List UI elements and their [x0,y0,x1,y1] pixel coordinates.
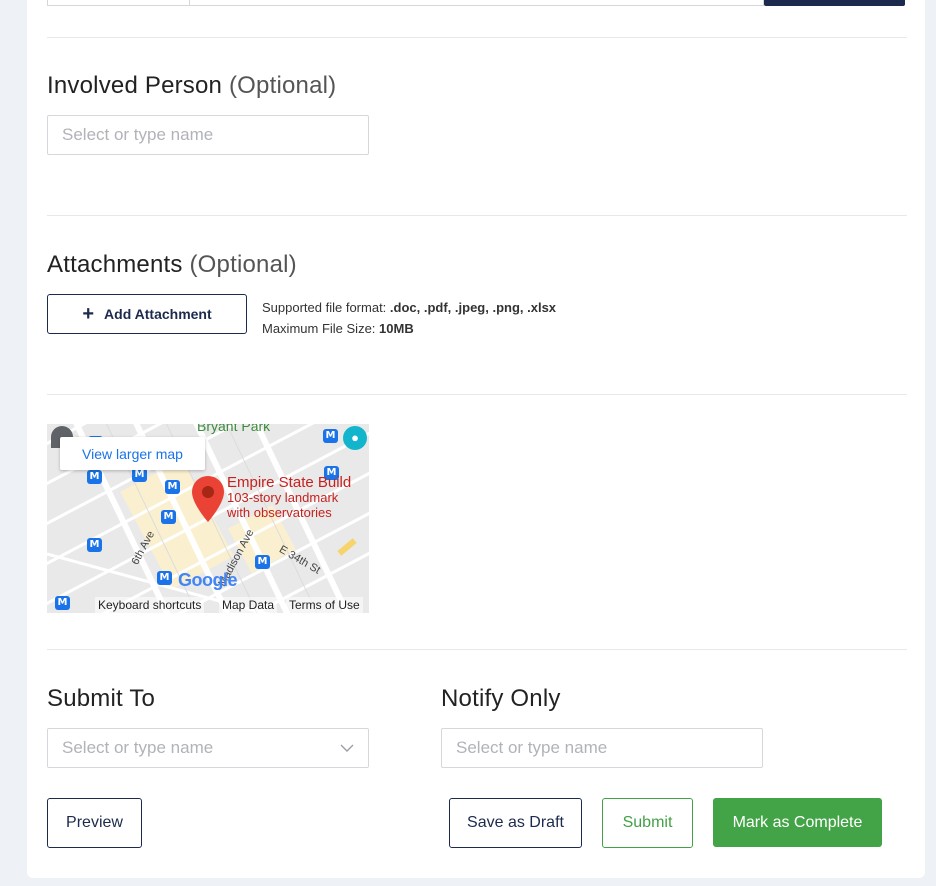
camera-icon: ● [343,426,367,450]
subway-icon: M [165,480,180,494]
submit-to-select[interactable]: Select or type name [47,728,369,768]
embedded-map[interactable]: Bryant Park 6th Ave Madison Ave E 34th S… [47,424,369,613]
mark-complete-label: Mark as Complete [732,813,863,831]
optional-label: (Optional) [189,251,297,278]
notify-only-input[interactable]: Select or type name [441,728,763,768]
preview-button[interactable]: Preview [47,798,142,848]
attachment-info: Supported file format: .doc, .pdf, .jpeg… [262,297,556,339]
file-size-line: Maximum File Size: 10MB [262,318,556,339]
involved-person-title: Involved Person (Optional) [47,72,336,100]
subway-icon: M [157,571,172,585]
submit-to-title-text: Submit To [47,685,156,712]
top-input-partial[interactable] [47,0,190,6]
file-format-line: Supported file format: .doc, .pdf, .jpeg… [262,297,556,318]
add-attachment-button[interactable]: + Add Attachment [47,294,247,334]
size-value: 10MB [379,321,414,336]
involved-title-text: Involved Person [47,72,223,99]
area-label: Bryant Park [197,424,271,434]
top-field-partial[interactable] [190,0,764,6]
attachments-title-text: Attachments [47,251,183,278]
map-pin-icon[interactable] [192,476,224,522]
involved-placeholder: Select or type name [62,125,214,144]
notify-only-title: Notify Only [441,685,561,713]
chevron-down-icon [340,744,354,752]
size-label: Maximum File Size: [262,321,380,336]
preview-label: Preview [66,814,123,831]
notify-only-placeholder: Select or type name [456,738,608,757]
map-data-link[interactable]: Map Data [219,597,278,613]
submit-button[interactable]: Submit [602,798,693,848]
mark-complete-button[interactable]: Mark as Complete [713,798,882,847]
subway-icon: M [255,555,270,569]
subway-icon: M [161,510,176,524]
keyboard-shortcuts-link[interactable]: Keyboard shortcuts [95,597,205,613]
top-button-partial[interactable] [764,0,905,6]
google-logo-text: Google [178,570,238,590]
terms-of-use-link[interactable]: Terms of Use [286,597,363,613]
subway-icon: M [55,596,70,610]
notify-only-title-text: Notify Only [441,685,561,712]
submit-to-title: Submit To [47,685,155,713]
place-desc: with observatories [227,505,332,520]
involved-person-input[interactable]: Select or type name [47,115,369,155]
divider [47,649,907,650]
place-info: Empire State Build 103-story landmark wi… [227,475,351,520]
place-desc: 103-story landmark [227,490,339,505]
divider [47,394,907,395]
submit-label: Submit [622,814,673,831]
format-value: .doc, .pdf, .jpeg, .png, .xlsx [389,300,557,315]
plus-icon: + [82,303,95,325]
subway-icon: M [132,468,147,482]
save-draft-button[interactable]: Save as Draft [449,798,582,848]
view-larger-label: View larger map [82,445,183,462]
subway-icon: M [323,429,338,443]
optional-label: (Optional) [228,72,337,99]
google-logo: Google [178,570,238,591]
subway-icon: M [87,470,102,484]
divider [47,215,907,216]
submit-to-placeholder: Select or type name [62,738,214,757]
place-name: Empire State Build [227,474,352,491]
format-label: Supported file format: [262,300,390,315]
view-larger-map-link[interactable]: View larger map [60,437,205,470]
divider [47,37,907,38]
attachments-title: Attachments (Optional) [47,251,297,279]
subway-icon: M [87,538,102,552]
save-draft-label: Save as Draft [467,814,564,831]
add-attachment-label: Add Attachment [104,306,212,322]
